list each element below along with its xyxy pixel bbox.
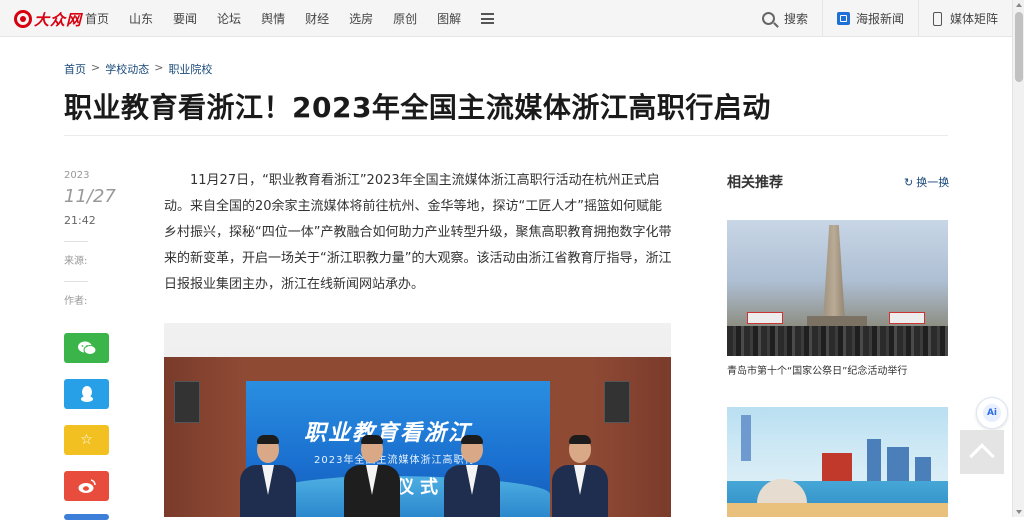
weibo-icon xyxy=(78,479,96,493)
poster-news-button[interactable]: 海报新闻 xyxy=(821,0,918,37)
card-banner xyxy=(889,312,925,324)
author-label: 作者: xyxy=(64,296,88,307)
breadcrumb-separator: > xyxy=(154,61,164,74)
publish-time: 21:42 xyxy=(64,214,96,227)
chevron-up-icon xyxy=(969,443,995,469)
phone-icon xyxy=(932,11,942,26)
share-wechat-button[interactable] xyxy=(64,333,109,363)
source-label: 来源: xyxy=(64,256,88,267)
related-card-caption[interactable]: 青岛市第十个“国家公祭日”纪念活动举行 xyxy=(727,362,907,377)
nav-item-news[interactable]: 要闻 xyxy=(173,10,197,27)
scroll-up-arrow-icon[interactable] xyxy=(1016,3,1022,7)
refresh-icon: ↻ xyxy=(904,175,914,189)
ai-icon: Ai xyxy=(983,404,1001,422)
article-photo: 职业教育看浙江 2023年全国主流媒体浙江高职行 仪式 xyxy=(164,323,671,517)
scrollbar-thumb[interactable] xyxy=(1015,12,1023,82)
photo-speaker-right xyxy=(604,381,630,423)
share-weibo-button[interactable] xyxy=(64,471,109,501)
meta-divider xyxy=(64,241,88,242)
breadcrumb-separator: > xyxy=(91,61,101,74)
photo-speaker-left xyxy=(174,381,200,423)
title-divider xyxy=(64,135,948,136)
nav-item-opinion[interactable]: 舆情 xyxy=(261,10,285,27)
breadcrumb: 首页 > 学校动态 > 职业院校 xyxy=(64,61,212,77)
photo-banner-ceremony: 仪式 xyxy=(396,477,444,498)
photo-person xyxy=(240,435,296,517)
ai-assistant-button[interactable]: Ai xyxy=(976,397,1008,429)
main-nav: 首页 山东 要闻 论坛 舆情 财经 选房 原创 图解 xyxy=(85,0,495,37)
top-right-tools: 搜索 海报新闻 媒体矩阵 xyxy=(748,0,1012,37)
photo-person xyxy=(344,435,400,517)
top-navigation-bar: 大众网 首页 山东 要闻 论坛 舆情 财经 选房 原创 图解 搜索 海报新闻 媒… xyxy=(0,0,1012,37)
article-body: 11月27日，“职业教育看浙江”2023年全国主流媒体浙江高职行活动在杭州正式启… xyxy=(164,173,672,292)
poster-news-icon xyxy=(836,12,850,25)
publish-date: 11/27 xyxy=(64,186,116,207)
breadcrumb-vocational[interactable]: 职业院校 xyxy=(168,61,212,77)
card-shore xyxy=(727,503,948,517)
related-title: 相关推荐 xyxy=(727,175,783,191)
nav-item-finance[interactable]: 财经 xyxy=(305,10,329,27)
nav-item-infographic[interactable]: 图解 xyxy=(437,10,461,27)
card-building xyxy=(867,439,881,487)
poster-news-label: 海报新闻 xyxy=(855,12,904,26)
star-icon: ☆ xyxy=(80,432,93,448)
back-to-top-button[interactable] xyxy=(960,430,1004,474)
refresh-label: 换一换 xyxy=(916,176,950,189)
qq-icon xyxy=(80,386,93,402)
media-matrix-button[interactable]: 媒体矩阵 xyxy=(917,0,1012,37)
related-card-image[interactable] xyxy=(727,220,948,356)
card-tower xyxy=(741,415,751,461)
site-logo[interactable]: 大众网 xyxy=(14,8,82,30)
hamburger-menu-icon[interactable] xyxy=(481,13,495,24)
nav-item-housing[interactable]: 选房 xyxy=(349,10,373,27)
breadcrumb-school-news[interactable]: 学校动态 xyxy=(105,61,149,77)
breadcrumb-home[interactable]: 首页 xyxy=(64,61,86,77)
nav-item-original[interactable]: 原创 xyxy=(393,10,417,27)
share-qq-button[interactable] xyxy=(64,379,109,409)
logo-mark-icon xyxy=(14,10,32,28)
share-more-button[interactable] xyxy=(64,514,109,520)
wechat-icon xyxy=(77,341,96,355)
media-matrix-label: 媒体矩阵 xyxy=(949,12,998,26)
crowd-shape xyxy=(727,326,948,356)
related-card-image[interactable] xyxy=(727,407,948,517)
card-banner xyxy=(747,312,783,324)
scroll-down-arrow-icon[interactable] xyxy=(1016,510,1022,514)
vertical-scrollbar[interactable] xyxy=(1012,0,1024,517)
article-title: 职业教育看浙江！2023年全国主流媒体浙江高职行启动 xyxy=(64,91,771,124)
photo-person xyxy=(444,435,500,517)
nav-item-shandong[interactable]: 山东 xyxy=(129,10,153,27)
meta-divider xyxy=(64,281,88,282)
publish-year: 2023 xyxy=(64,170,90,181)
search-button[interactable]: 搜索 xyxy=(748,0,822,37)
article-meta: 2023 11/27 21:42 来源: 作者: xyxy=(64,170,116,307)
share-favorite-button[interactable]: ☆ xyxy=(64,425,109,455)
search-label: 搜索 xyxy=(783,12,808,26)
search-icon xyxy=(761,12,775,25)
nav-item-home[interactable]: 首页 xyxy=(85,10,109,27)
refresh-button[interactable]: ↻ 换一换 xyxy=(904,174,949,190)
nav-item-forum[interactable]: 论坛 xyxy=(217,10,241,27)
photo-person xyxy=(552,435,608,517)
logo-text: 大众网 xyxy=(34,10,83,29)
